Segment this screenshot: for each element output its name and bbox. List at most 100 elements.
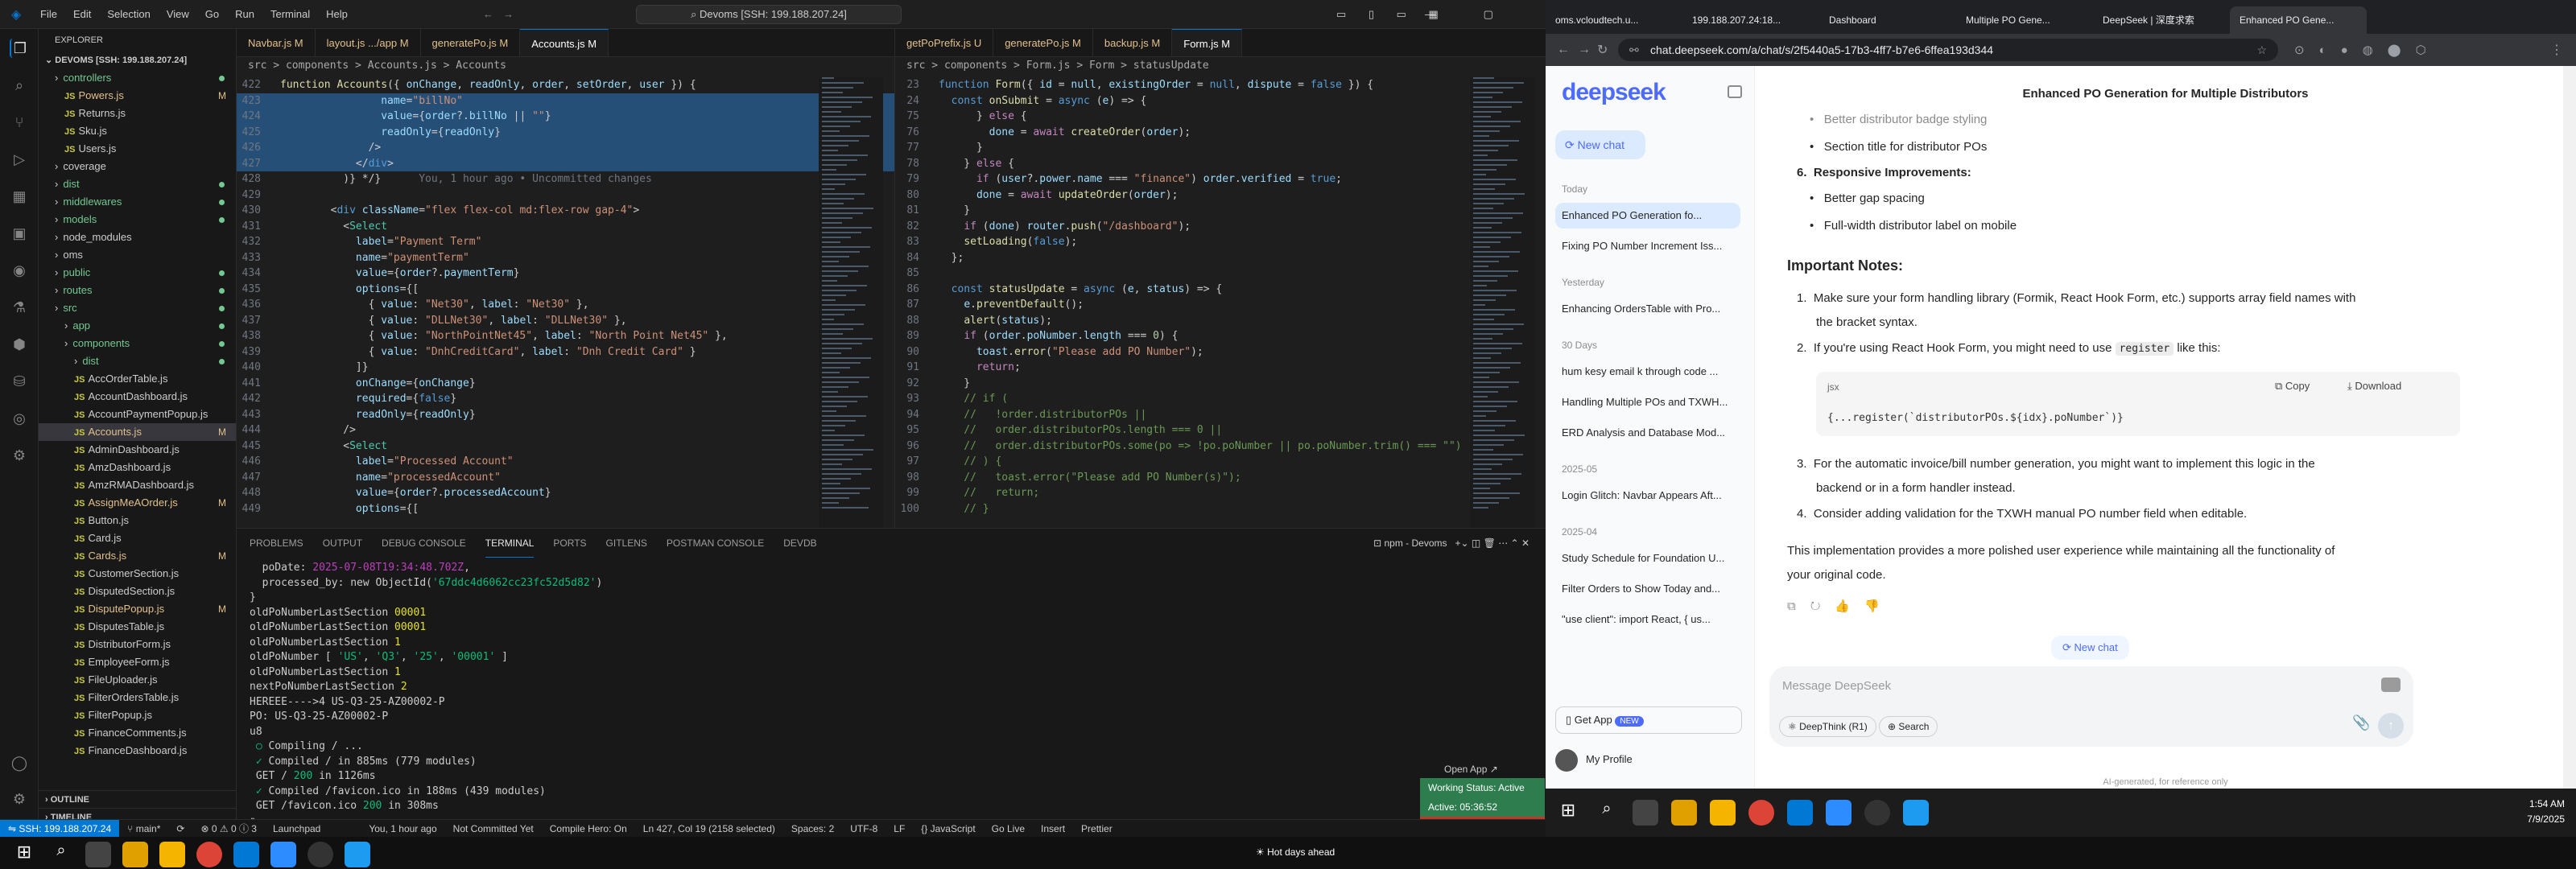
browser-tab[interactable]: 199.188.207.24:18... — [1682, 6, 1819, 34]
menu-item[interactable]: Terminal — [262, 0, 318, 29]
attach-icon[interactable]: 📎 — [2352, 715, 2370, 731]
tree-item[interactable]: JS Button.js — [39, 512, 236, 529]
zoom-icon[interactable] — [1826, 800, 1852, 826]
tree-item[interactable]: JS Users.js — [39, 140, 236, 158]
search-icon[interactable]: ⌕ — [1594, 800, 1620, 826]
tree-item[interactable]: › node_modules — [39, 229, 236, 246]
editor-tab[interactable]: generatePo.js M — [993, 29, 1093, 56]
insert-mode[interactable]: Insert — [1033, 823, 1073, 834]
copy-button[interactable]: ⧉ Copy — [2275, 380, 2310, 393]
code-editor-left[interactable]: 422 function Accounts({ onChange, readOnl… — [237, 77, 894, 528]
extension-icons[interactable]: ⊙◐●◍⬤⬡ — [2294, 43, 2441, 57]
forward-icon[interactable]: → — [1578, 43, 1591, 57]
tree-item[interactable]: › controllers — [39, 69, 236, 87]
tree-item[interactable]: JS DisputesTable.js — [39, 618, 236, 636]
get-app-button[interactable]: ▯ Get App NEW — [1555, 706, 1742, 734]
tree-item[interactable]: JS DisputePopup.js M — [39, 600, 236, 618]
indentation[interactable]: Spaces: 2 — [783, 823, 842, 834]
command-center[interactable]: ⌕ Devoms [SSH: 199.188.207.24] — [636, 5, 902, 24]
app-icon[interactable] — [308, 842, 333, 867]
tree-item[interactable]: JS AmzRMADashboard.js — [39, 476, 236, 494]
compile-hero[interactable]: Compile Hero: On — [542, 823, 635, 834]
postman-icon[interactable]: ◎ — [10, 409, 29, 428]
panel-tab[interactable]: DEBUG CONSOLE — [382, 529, 466, 558]
split-terminal-icon[interactable]: ◫ — [1472, 537, 1480, 549]
close-icon[interactable]: ✕ — [1521, 537, 1530, 549]
chrome-icon[interactable] — [196, 842, 222, 867]
task-view-icon[interactable] — [1633, 800, 1658, 826]
panel-tab[interactable]: TERMINAL — [485, 529, 535, 558]
windows-start-icon[interactable]: ⊞ — [1555, 800, 1581, 826]
editor-tab[interactable]: layout.js .../app M — [316, 29, 421, 56]
code-editor-right[interactable]: 23 function Form({ id = null, existingOrd… — [895, 77, 1546, 528]
conversation-item[interactable]: Enhanced PO Generation fo... — [1555, 203, 1740, 229]
task-view-icon[interactable] — [85, 842, 111, 867]
browser-tab[interactable]: Enhanced PO Gene... — [2230, 6, 2367, 34]
editor-tab[interactable]: Accounts.js M — [520, 29, 609, 56]
menu-item[interactable]: View — [159, 0, 197, 29]
browser-tab[interactable]: DeepSeek | 深度求索 — [2093, 6, 2230, 34]
browser-tab[interactable]: Dashboard — [1819, 6, 1956, 34]
editor-tab[interactable]: Navbar.js M — [237, 29, 316, 56]
source-control-icon[interactable]: ⑂ — [10, 113, 29, 132]
tree-item[interactable]: JS EmployeeForm.js — [39, 653, 236, 671]
conversation-item[interactable]: Study Schedule for Foundation U... — [1562, 546, 1731, 571]
browser-tab[interactable]: oms.vcloudtech.u... — [1546, 6, 1682, 34]
workspace-root[interactable]: ⌄ DEVOMS [SSH: 199.188.207.24] — [39, 51, 236, 69]
minimap-right[interactable] — [1470, 77, 1534, 528]
go-live[interactable]: Go Live — [984, 823, 1033, 834]
terminal-controls[interactable]: ⊡ npm - Devoms +⌄ ◫ 🗑 ⋯ ⌃ ✕ — [1373, 529, 1530, 558]
editor-tab[interactable]: Form.js M — [1172, 29, 1243, 56]
image-input-icon[interactable] — [2381, 677, 2401, 692]
profile-button[interactable]: My Profile — [1555, 747, 1633, 772]
commit-status[interactable]: Not Committed Yet — [445, 823, 542, 834]
page-scrollbar[interactable] — [2563, 66, 2576, 789]
cursor-position[interactable]: Ln 427, Col 19 (2158 selected) — [635, 823, 783, 834]
panel-tab[interactable]: POSTMAN CONSOLE — [667, 529, 764, 558]
breadcrumb[interactable]: src > components > Form.js > Form > stat… — [906, 60, 1209, 72]
app-icon[interactable] — [1903, 800, 1929, 826]
thumbs-up-icon[interactable]: 👍 — [1835, 599, 1864, 613]
extensions-icon[interactable]: ▦ — [10, 187, 29, 206]
tree-item[interactable]: JS AccountDashboard.js — [39, 388, 236, 406]
account-icon[interactable]: ◯ — [10, 753, 29, 772]
remote-explorer-icon[interactable]: ▣ — [10, 224, 29, 243]
tree-item[interactable]: JS Powers.js M — [39, 87, 236, 105]
conversation-item[interactable]: ERD Analysis and Database Mod... — [1562, 420, 1731, 446]
panel-tab[interactable]: PORTS — [553, 529, 586, 558]
panel-tab[interactable]: DEVDB — [783, 529, 816, 558]
breadcrumb[interactable]: src > components > Accounts.js > Account… — [248, 60, 506, 72]
testing-icon[interactable]: ⚗ — [10, 298, 29, 317]
conversation-item[interactable]: Handling Multiple POs and TXWH... — [1562, 389, 1731, 415]
problems-count[interactable]: ⊗ 0 ⚠ 0 ⓘ 3 — [192, 822, 265, 835]
tree-item[interactable]: JS Returns.js — [39, 105, 236, 122]
tree-item[interactable]: JS FilterOrdersTable.js — [39, 689, 236, 706]
new-chat-button[interactable]: ⟳ New chat — [1555, 130, 1645, 159]
panel-tab[interactable]: OUTPUT — [323, 529, 362, 558]
tree-item[interactable]: JS DisputedSection.js — [39, 583, 236, 600]
conversation-item[interactable]: Filter Orders to Show Today and... — [1562, 576, 1731, 602]
conversation-item[interactable]: Enhancing OrdersTable with Pro... — [1562, 296, 1731, 322]
more-icon[interactable]: ⋯ — [1498, 537, 1508, 549]
conversation-item[interactable]: Fixing PO Number Increment Iss... — [1562, 233, 1731, 259]
tree-item[interactable]: › coverage — [39, 158, 236, 175]
language-mode[interactable]: {} JavaScript — [913, 823, 983, 834]
nav-forward-icon[interactable]: → — [503, 0, 514, 29]
add-terminal-icon[interactable]: +⌄ — [1455, 537, 1469, 549]
tree-item[interactable]: JS CustomerSection.js — [39, 565, 236, 583]
search-icon[interactable]: ⌕ — [10, 76, 29, 95]
tree-item[interactable]: JS FilterPopup.js — [39, 706, 236, 724]
vscode-icon[interactable] — [233, 842, 259, 867]
database-icon[interactable]: ⛁ — [10, 372, 29, 391]
conversation-item[interactable]: hum kesy email k through code ... — [1562, 359, 1731, 385]
menu-item[interactable]: Help — [318, 0, 356, 29]
tree-item[interactable]: JS AdminDashboard.js — [39, 441, 236, 459]
manage-gear-icon[interactable]: ⚙ — [10, 789, 29, 809]
send-button[interactable]: ↑ — [2378, 713, 2404, 739]
run-debug-icon[interactable]: ▷ — [10, 150, 29, 169]
editor-tab[interactable]: backup.js M — [1093, 29, 1173, 56]
launchpad[interactable]: Launchpad — [265, 823, 328, 834]
chrome-icon[interactable] — [1748, 800, 1774, 826]
minimap-left[interactable] — [819, 77, 883, 528]
menu-item[interactable]: Selection — [99, 0, 158, 29]
